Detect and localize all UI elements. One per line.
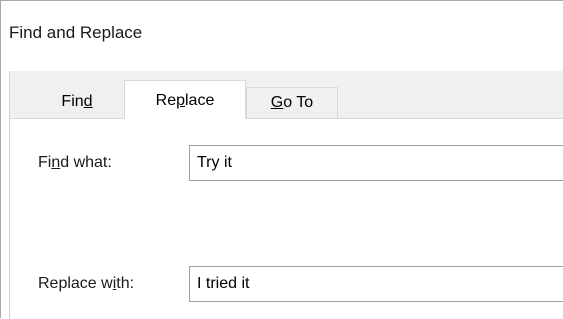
find-what-label-pre: Fi <box>38 154 52 171</box>
tab-replace-label-pre: Re <box>155 92 177 109</box>
tab-find-label-accel: d <box>83 93 93 110</box>
tab-goto[interactable]: Go To <box>246 87 338 118</box>
replace-with-label-pre: Replace w <box>38 275 113 292</box>
find-what-label: Find what: <box>38 153 112 173</box>
replace-with-label: Replace with: <box>38 274 134 294</box>
tab-replace[interactable]: Replace <box>124 80 246 119</box>
tab-goto-label-post: o To <box>283 94 314 111</box>
replace-with-label-post: th: <box>116 275 135 292</box>
tab-goto-label-accel: G <box>270 94 284 111</box>
find-what-label-post: d what: <box>60 154 112 171</box>
tab-replace-label-accel: p <box>176 92 185 109</box>
find-what-input[interactable]: Try it <box>189 145 563 181</box>
find-what-label-accel: n <box>51 154 61 171</box>
tab-replace-label-post: lace <box>185 92 215 109</box>
dialog-title: Find and Replace <box>9 23 143 42</box>
tab-find[interactable]: Find <box>31 87 123 118</box>
find-replace-dialog: Find and Replace Find Replace Go To Find… <box>0 0 563 319</box>
tab-find-label-pre: Fin <box>61 93 84 110</box>
replace-with-input[interactable]: I tried it <box>189 266 563 302</box>
